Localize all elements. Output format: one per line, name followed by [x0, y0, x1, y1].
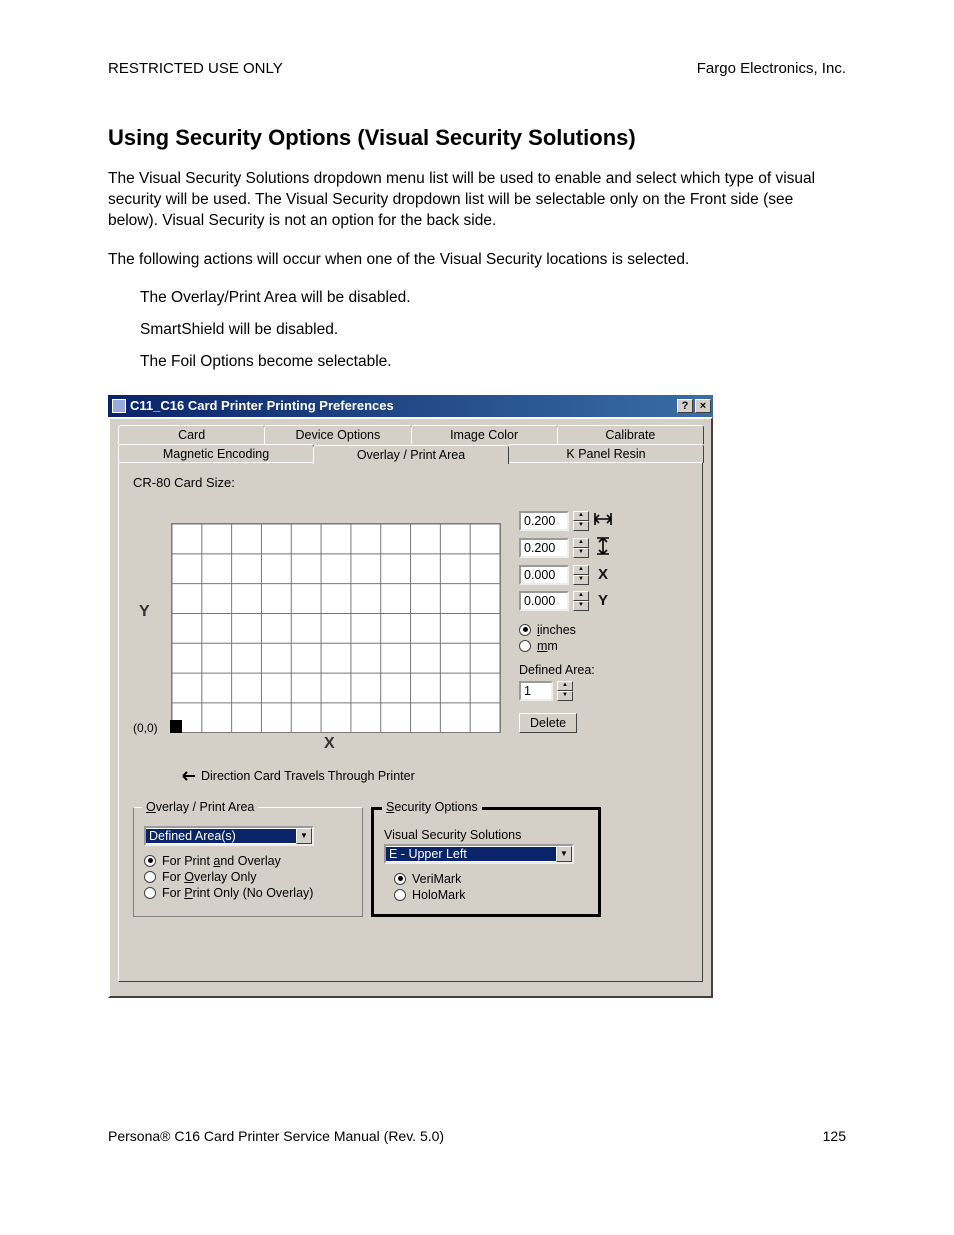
x-icon: X	[593, 566, 613, 583]
vss-combo[interactable]: E - Upper Left ▼	[384, 844, 574, 864]
tab-card[interactable]: Card	[118, 425, 265, 444]
window-title: C11_C16 Card Printer Printing Preference…	[130, 398, 394, 413]
page-title: Using Security Options (Visual Security …	[108, 125, 846, 151]
height-input[interactable]: 0.200	[519, 538, 569, 558]
x-input[interactable]: 0.000	[519, 565, 569, 585]
overlay-group: Overlay / Print Area Defined Area(s) ▼ F…	[133, 807, 363, 917]
origin-marker	[170, 720, 182, 733]
radio-print-only[interactable]	[144, 887, 156, 899]
units-mm-row[interactable]: mm	[519, 639, 679, 653]
direction-label: Direction Card Travels Through Printer	[179, 769, 415, 783]
overlay-group-title: verlay / Print Area	[156, 800, 255, 814]
chevron-down-icon[interactable]: ▼	[556, 846, 572, 862]
header-left: RESTRICTED USE ONLY	[108, 60, 283, 77]
overlay-combo[interactable]: Defined Area(s) ▼	[144, 826, 314, 846]
tab-strip: Card Device Options Image Color Calibrat…	[118, 425, 703, 463]
x-spinner[interactable]: ▲▼	[573, 565, 589, 585]
radio-inches[interactable]	[519, 624, 531, 636]
para-actions: The following actions will occur when on…	[108, 250, 846, 271]
header-right: Fargo Electronics, Inc.	[697, 60, 846, 77]
y-axis-label: Y	[139, 603, 150, 621]
x-axis-label: X	[324, 735, 335, 753]
defined-area-input[interactable]: 1	[519, 681, 553, 701]
verimark-row[interactable]: VeriMark	[394, 872, 588, 886]
tab-k-panel-resin[interactable]: K Panel Resin	[508, 444, 704, 463]
width-icon	[593, 512, 613, 530]
security-group-title: ecurity Options	[394, 800, 477, 814]
para-intro: The Visual Security Solutions dropdown m…	[108, 169, 846, 232]
for-overlay-only-row[interactable]: For Overlay Only	[144, 870, 352, 884]
tab-magnetic-encoding[interactable]: Magnetic Encoding	[118, 444, 314, 463]
for-print-only-row[interactable]: For Print Only (No Overlay)	[144, 886, 352, 900]
preferences-dialog: C11_C16 Card Printer Printing Preference…	[108, 395, 713, 998]
chevron-down-icon[interactable]: ▼	[296, 828, 312, 844]
y-spinner[interactable]: ▲▼	[573, 591, 589, 611]
direction-text: Direction Card Travels Through Printer	[201, 769, 415, 783]
app-icon	[112, 399, 126, 413]
defined-area-label: Defined Area:	[519, 663, 679, 677]
overlay-combo-value: Defined Area(s)	[146, 829, 296, 843]
vss-label: Visual Security Solutions	[384, 828, 588, 842]
height-icon	[593, 537, 613, 559]
radio-holomark[interactable]	[394, 889, 406, 901]
defined-area-spinner[interactable]: ▲▼	[557, 681, 573, 701]
radio-verimark[interactable]	[394, 873, 406, 885]
delete-button[interactable]: Delete	[519, 713, 577, 733]
bullet-overlay: The Overlay/Print Area will be disabled.	[140, 289, 846, 307]
for-print-and-overlay-row[interactable]: For Print and Overlay	[144, 854, 352, 868]
height-spinner[interactable]: ▲▼	[573, 538, 589, 558]
footer-page: 125	[823, 1128, 846, 1144]
y-icon: Y	[593, 592, 613, 609]
tab-image-color[interactable]: Image Color	[411, 425, 558, 444]
security-options-group: Security Options Visual Security Solutio…	[371, 807, 601, 917]
vss-combo-value: E - Upper Left	[386, 847, 556, 861]
close-button[interactable]: ×	[695, 399, 711, 413]
holomark-row[interactable]: HoloMark	[394, 888, 588, 902]
card-size-label: CR-80 Card Size:	[133, 475, 688, 490]
units-inches-row[interactable]: iinches	[519, 623, 679, 637]
verimark-label: VeriMark	[412, 872, 461, 886]
tab-panel: CR-80 Card Size: Y	[118, 462, 703, 982]
titlebar[interactable]: C11_C16 Card Printer Printing Preference…	[108, 395, 713, 417]
holomark-label: HoloMark	[412, 888, 466, 902]
bullet-foil: The Foil Options become selectable.	[140, 353, 846, 371]
width-spinner[interactable]: ▲▼	[573, 511, 589, 531]
width-input[interactable]: 0.200	[519, 511, 569, 531]
radio-overlay-only[interactable]	[144, 871, 156, 883]
units-mm-label: m	[547, 639, 557, 653]
tab-device-options[interactable]: Device Options	[264, 425, 411, 444]
bullet-smartshield: SmartShield will be disabled.	[140, 321, 846, 339]
radio-print-overlay[interactable]	[144, 855, 156, 867]
origin-label: (0,0)	[133, 721, 158, 735]
units-inches-label: inches	[540, 623, 576, 637]
tab-calibrate[interactable]: Calibrate	[557, 425, 704, 444]
y-input[interactable]: 0.000	[519, 591, 569, 611]
tab-overlay-print-area[interactable]: Overlay / Print Area	[313, 445, 509, 464]
help-button[interactable]: ?	[677, 399, 693, 413]
card-preview-grid[interactable]	[171, 523, 501, 733]
radio-mm[interactable]	[519, 640, 531, 652]
footer-left: Persona® C16 Card Printer Service Manual…	[108, 1128, 444, 1144]
